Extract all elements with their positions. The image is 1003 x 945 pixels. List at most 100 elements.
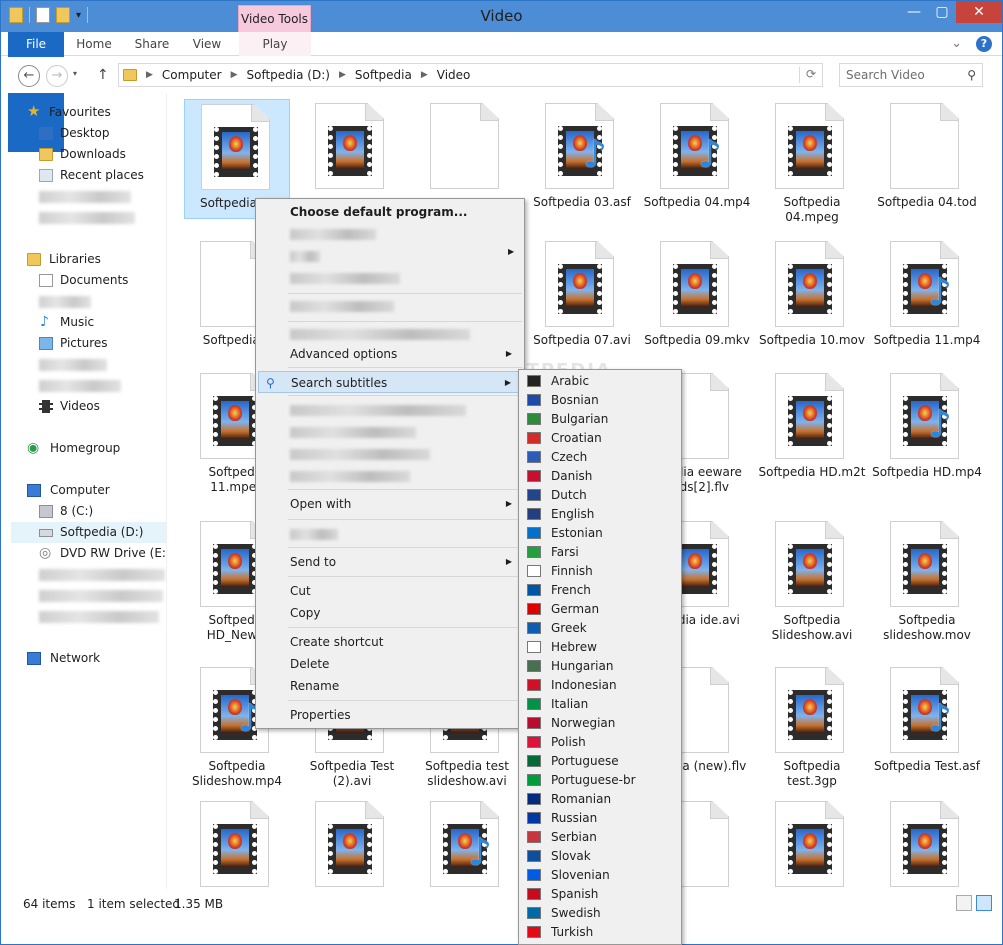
file-item[interactable]: ♪ Softpedia HD.mp4: [872, 369, 982, 489]
language-item-german[interactable]: German: [521, 600, 599, 619]
tab-home[interactable]: Home: [71, 32, 117, 56]
refresh-button[interactable]: ⟳: [799, 67, 816, 83]
language-item-french[interactable]: French: [521, 581, 591, 600]
file-item[interactable]: Softpedia 07.avi: [529, 237, 635, 357]
language-item-farsi[interactable]: Farsi: [521, 543, 579, 562]
file-item[interactable]: ♪ Softpedia 11.mp4: [874, 237, 980, 357]
menu-choose-default[interactable]: Choose default program...: [258, 201, 522, 223]
nav-recent-places[interactable]: Recent places: [39, 165, 144, 186]
file-item[interactable]: Softpedia Slideshow.avi: [759, 517, 865, 642]
file-item[interactable]: ♪: [414, 797, 520, 889]
file-item[interactable]: ♪ Softpedia Test.asf: [874, 663, 980, 783]
menu-properties[interactable]: Properties: [258, 704, 522, 726]
nav-videos[interactable]: Videos: [39, 396, 100, 417]
file-item[interactable]: [184, 797, 290, 889]
search-input[interactable]: Search Video ⚲: [839, 63, 983, 87]
file-item[interactable]: [299, 797, 405, 889]
nav-network[interactable]: Network: [27, 648, 100, 669]
language-item-portuguese-br[interactable]: Portuguese-br: [521, 771, 636, 790]
chevron-right-icon[interactable]: ▶: [146, 70, 153, 80]
chevron-right-icon[interactable]: ▶: [339, 70, 346, 80]
language-item-czech[interactable]: Czech: [521, 448, 587, 467]
language-item-italian[interactable]: Italian: [521, 695, 588, 714]
nav-drive-e[interactable]: ◎ DVD RW Drive (E:) D: [39, 543, 166, 564]
menu-copy[interactable]: Copy: [258, 602, 522, 624]
language-item-polish[interactable]: Polish: [521, 733, 586, 752]
language-item-english[interactable]: English: [521, 505, 594, 524]
up-button[interactable]: ↑: [97, 67, 109, 83]
language-item-spanish[interactable]: Spanish: [521, 885, 598, 904]
tab-play[interactable]: Play: [239, 32, 311, 56]
language-item-greek[interactable]: Greek: [521, 619, 587, 638]
language-item-romanian[interactable]: Romanian: [521, 790, 611, 809]
language-item-croatian[interactable]: Croatian: [521, 429, 602, 448]
nav-homegroup[interactable]: ◉ Homegroup: [27, 438, 120, 459]
expand-ribbon-icon[interactable]: ⌄: [951, 36, 962, 52]
nav-downloads[interactable]: Downloads: [39, 144, 126, 165]
details-view-button[interactable]: [956, 895, 972, 911]
nav-favourites[interactable]: ★ Favourites: [27, 102, 111, 123]
language-item-portuguese[interactable]: Portuguese: [521, 752, 619, 771]
forward-button[interactable]: →: [46, 65, 68, 87]
file-item[interactable]: Softpedia test.3gp: [759, 663, 865, 788]
file-item[interactable]: [759, 797, 865, 889]
language-item-bulgarian[interactable]: Bulgarian: [521, 410, 608, 429]
language-item-hebrew[interactable]: Hebrew: [521, 638, 597, 657]
file-item[interactable]: Softpedia 10.mov: [759, 237, 865, 357]
menu-send-to[interactable]: Send to ▶: [258, 551, 522, 573]
language-item-norwegian[interactable]: Norwegian: [521, 714, 615, 733]
language-item-indonesian[interactable]: Indonesian: [521, 676, 617, 695]
icons-view-button[interactable]: [976, 895, 992, 911]
recent-locations-icon[interactable]: ▾: [73, 69, 77, 78]
file-item[interactable]: [874, 797, 980, 889]
language-item-danish[interactable]: Danish: [521, 467, 592, 486]
menu-rename[interactable]: Rename: [258, 675, 522, 697]
menu-advanced-options[interactable]: Advanced options ▶: [258, 343, 522, 365]
crumb-softpedia[interactable]: Softpedia: [355, 68, 412, 82]
help-icon[interactable]: ?: [976, 36, 992, 52]
file-item[interactable]: ♪ Softpedia 03.asf: [529, 99, 635, 219]
chevron-right-icon[interactable]: ▶: [421, 70, 428, 80]
chevron-right-icon[interactable]: ▶: [231, 70, 238, 80]
file-item[interactable]: Softpedia 04.mpeg: [759, 99, 865, 224]
nav-drive-c[interactable]: 8 (C:): [39, 501, 93, 522]
maximize-button[interactable]: ▢: [928, 1, 956, 23]
nav-documents[interactable]: Documents: [39, 270, 128, 291]
crumb-computer[interactable]: Computer: [162, 68, 222, 82]
language-item-dutch[interactable]: Dutch: [521, 486, 587, 505]
file-item[interactable]: Softpedia 09.mkv: [644, 237, 750, 357]
nav-drive-d[interactable]: Softpedia (D:): [11, 522, 166, 543]
language-item-estonian[interactable]: Estonian: [521, 524, 603, 543]
file-item[interactable]: Softpedia 04.tod: [874, 99, 980, 219]
menu-create-shortcut[interactable]: Create shortcut: [258, 631, 522, 653]
language-item-hungarian[interactable]: Hungarian: [521, 657, 613, 676]
nav-computer[interactable]: Computer: [27, 480, 110, 501]
language-item-slovenian[interactable]: Slovenian: [521, 866, 610, 885]
file-item[interactable]: Softpedia slideshow.mov: [874, 517, 980, 642]
nav-pictures[interactable]: Pictures: [39, 333, 108, 354]
language-item-turkish[interactable]: Turkish: [521, 923, 593, 942]
back-button[interactable]: ←: [18, 65, 40, 87]
file-item[interactable]: Softpedia HD.m2t: [759, 369, 865, 489]
nav-music[interactable]: ♪ Music: [39, 312, 94, 333]
nav-desktop[interactable]: Desktop: [39, 123, 110, 144]
language-item-serbian[interactable]: Serbian: [521, 828, 597, 847]
crumb-video[interactable]: Video: [437, 68, 471, 82]
menu-delete[interactable]: Delete: [258, 653, 522, 675]
minimize-button[interactable]: —: [900, 1, 928, 23]
language-item-swedish[interactable]: Swedish: [521, 904, 601, 923]
menu-cut[interactable]: Cut: [258, 580, 522, 602]
language-item-arabic[interactable]: Arabic: [521, 372, 589, 391]
file-item[interactable]: ♪ Softpedia 04.mp4: [644, 99, 750, 219]
language-item-slovak[interactable]: Slovak: [521, 847, 591, 866]
close-button[interactable]: ✕: [956, 1, 1002, 23]
menu-search-subtitles[interactable]: ⚲ Search subtitles ▶: [258, 371, 522, 393]
search-icon[interactable]: ⚲: [967, 64, 976, 86]
language-item-finnish[interactable]: Finnish: [521, 562, 593, 581]
breadcrumb[interactable]: ▶ Computer ▶ Softpedia (D:) ▶ Softpedia …: [118, 63, 823, 87]
menu-open-with[interactable]: Open with ▶: [258, 493, 522, 515]
language-item-russian[interactable]: Russian: [521, 809, 597, 828]
crumb-drive[interactable]: Softpedia (D:): [247, 68, 330, 82]
tab-view[interactable]: View: [185, 32, 229, 56]
nav-libraries[interactable]: Libraries: [27, 249, 101, 270]
